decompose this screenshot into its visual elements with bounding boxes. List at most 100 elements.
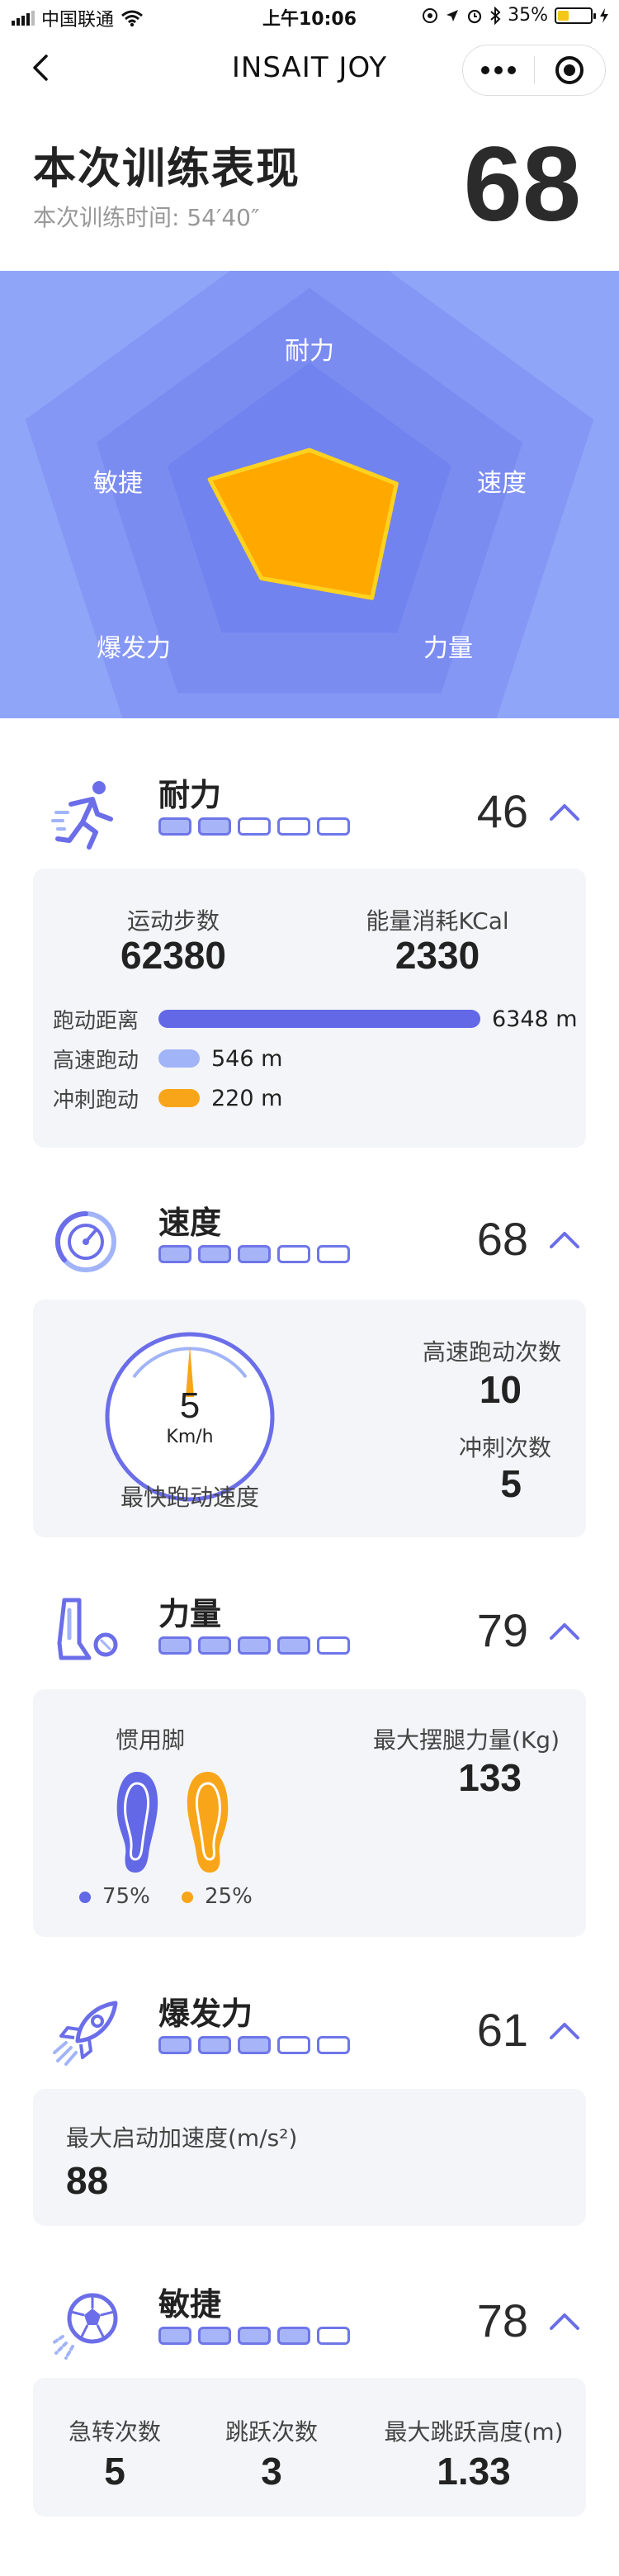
dominant-foot-label: 惯用脚 [115,1726,185,1754]
right-foot-legend-dot [182,1891,193,1903]
agility-level [158,2327,350,2345]
level-pill [238,817,271,836]
steps-label: 运动步数 [126,907,220,935]
power-level [158,1636,350,1655]
distance-bar-row: 跑动距离 6348 m [53,1004,578,1034]
level-pill [317,1245,350,1263]
distance-bar-value: 546 m [211,1045,283,1072]
explosive-header[interactable]: 爆发力 61 [0,1978,619,2077]
level-pill [158,1245,191,1263]
chevron-up-icon[interactable] [548,2308,581,2333]
power-panel: 惯用脚 75% 25% 最大摆腿力量(Kg) 133 [33,1689,586,1937]
power-header[interactable]: 力量 79 [0,1579,619,1678]
right-foot-percent: 25% [205,1884,253,1909]
nav-bar: INSAIT JOY [0,33,619,104]
charging-icon [600,7,608,23]
more-icon [480,66,489,74]
distance-bar [158,1010,480,1028]
chevron-up-icon[interactable] [548,1227,581,1252]
page-title: 本次训练表现 [33,144,301,194]
level-pill [238,1245,271,1263]
close-button[interactable] [535,45,606,95]
endurance-header[interactable]: 耐力 46 [0,760,619,859]
level-pill [277,817,310,836]
rocket-icon [53,2001,118,2066]
radar-label-power: 力量 [423,634,473,663]
level-pill [158,2036,191,2054]
training-time: 本次训练时间: 54′40″ [33,204,260,231]
status-bar: 中国联通 上午10:06 35% [0,0,619,33]
distance-bar [158,1049,200,1068]
endurance-score: 46 [476,785,528,837]
battery-percent: 35% [508,5,548,26]
leg-kick-icon [57,1598,118,1660]
gauge-value: 5 [179,1385,201,1426]
radar-label-agility: 敏捷 [93,469,143,498]
steps-value: 62380 [120,934,226,977]
speedometer-icon [54,1210,116,1272]
level-pill [238,1636,271,1655]
sprint-count-value: 5 [500,1462,522,1505]
gauge-unit: Km/h [166,1427,214,1447]
distance-bar-row: 高速跑动 546 m [53,1044,282,1073]
agility-title: 敏捷 [158,2286,222,2323]
level-pill [198,2327,231,2345]
level-pill [198,1245,231,1263]
agility-score: 78 [476,2294,528,2346]
agility-header[interactable]: 敏捷 78 [0,2269,619,2368]
speed-header[interactable]: 速度 68 [0,1187,619,1286]
radar-label-speed: 速度 [477,469,527,498]
bluetooth-icon [490,6,501,25]
distance-bar [158,1089,200,1107]
distance-bar-label: 高速跑动 [53,1048,139,1073]
endurance-level [158,817,350,836]
football-icon [51,2293,118,2360]
level-pill [158,1636,191,1655]
level-pill [158,817,191,836]
high-speed-count-label: 高速跑动次数 [422,1338,561,1366]
more-button[interactable] [463,45,534,95]
max-jump-height-value: 1.33 [437,2450,511,2493]
left-foot-legend-dot [79,1891,91,1903]
speed-score: 68 [476,1213,528,1265]
level-pill [198,2036,231,2054]
explosive-level [158,2036,350,2054]
explosive-panel: 最大启动加速度(m/s²) 88 [33,2089,586,2226]
radar-chart: 耐力 速度 力量 爆发力 敏捷 [0,271,619,718]
mini-program-capsule [462,45,606,96]
chevron-up-icon[interactable] [548,1618,581,1643]
explosive-title: 爆发力 [158,1996,253,2032]
max-swing-label: 最大摆腿力量(Kg) [373,1726,560,1754]
level-pill [317,817,350,836]
speed-panel: 5 Km/h 最快跑动速度 高速跑动次数 10 冲刺次数 5 [33,1300,586,1537]
distance-bar-value: 6348 m [492,1006,578,1032]
jumps-label: 跳跃次数 [224,2418,318,2446]
level-pill [198,1636,231,1655]
level-pill [317,1636,350,1655]
chevron-up-icon[interactable] [548,2018,581,2043]
sharp-turns-value: 5 [104,2450,125,2493]
level-pill [158,2327,191,2345]
chevron-up-icon[interactable] [548,799,581,824]
agility-panel: 急转次数 5 跳跃次数 3 最大跳跃高度(m) 1.33 [33,2378,586,2517]
level-pill [317,2036,350,2054]
level-pill [277,2036,310,2054]
overall-score: 68 [463,125,581,244]
jumps-value: 3 [261,2450,282,2493]
level-pill [198,817,231,836]
max-acceleration-value: 88 [66,2159,109,2202]
at-icon [423,7,438,23]
radar-label-explosive: 爆发力 [97,634,171,663]
battery-level [558,10,569,21]
energy-label: 能量消耗KCal [366,907,509,935]
level-pill [238,2036,271,2054]
distance-bar-label: 跑动距离 [53,1008,139,1034]
energy-value: 2330 [395,934,480,977]
sharp-turns-label: 急转次数 [68,2418,161,2446]
distance-bar-value: 220 m [211,1085,283,1111]
speed-level [158,1245,350,1263]
left-foot-share: 75% [79,1884,150,1909]
level-pill [238,2327,271,2345]
distance-bar-label: 冲刺跑动 [53,1087,139,1113]
speed-title: 速度 [158,1205,222,1241]
